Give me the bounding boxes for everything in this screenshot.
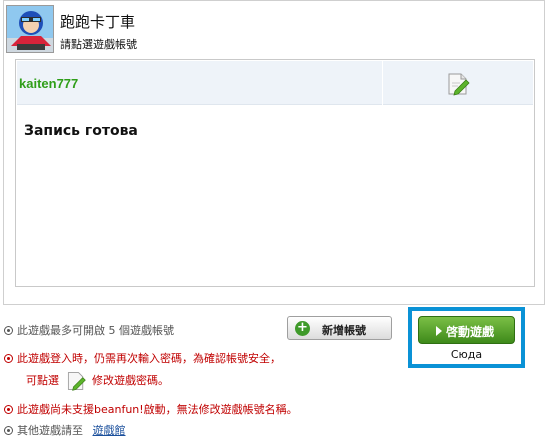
account-name[interactable]: kaiten777 [19, 76, 78, 91]
info-other-games: 其他遊戲請至 遊戲館 [4, 422, 126, 438]
page-subtitle: 請點選遊戲帳號 [60, 38, 137, 51]
bullet-icon [4, 405, 13, 414]
info-beanfun-warning: 此遊戲尚未支援beanfun!啟動，無法修改遊戲帳號名稱。 [4, 401, 298, 417]
account-status: Запись готова [24, 123, 138, 139]
bullet-icon [4, 354, 13, 363]
launch-caption: Сюда [450, 348, 483, 361]
account-list: kaiten777 Запись готова [15, 59, 535, 287]
game-icon [6, 5, 54, 53]
account-row[interactable]: kaiten777 [17, 61, 533, 105]
game-title: 跑跑卡丁車 [60, 13, 136, 31]
edit-pencil-icon [448, 73, 470, 96]
bullet-icon [4, 426, 13, 435]
info-password-warning: 此遊戲登入時，仍需再次輸入密碼，為確認帳號安全， [4, 350, 281, 366]
info-max-accounts: 此遊戲最多可開啟 5 個遊戲帳號 [4, 322, 174, 338]
game-hall-link[interactable]: 遊戲館 [93, 424, 126, 437]
add-account-label: 新增帳號 [322, 324, 366, 337]
launch-game-button[interactable]: 啓動遊戲 [418, 316, 515, 344]
edit-account-button[interactable] [445, 71, 471, 97]
play-icon [436, 326, 442, 336]
header: 跑跑卡丁車 請點選遊戲帳號 [4, 1, 544, 59]
launch-game-label: 啓動遊戲 [446, 325, 495, 339]
plus-icon: + [295, 321, 310, 336]
account-select-frame: 跑跑卡丁車 請點選遊戲帳號 kaiten777 Запись готова [3, 0, 545, 305]
launch-highlight: 啓動遊戲 Сюда [408, 307, 525, 368]
info-password-hint: 可點選 修改遊戲密碼。 [26, 370, 169, 392]
add-account-button[interactable]: + 新增帳號 [287, 316, 392, 340]
bullet-icon [4, 326, 13, 335]
row-divider [382, 61, 383, 105]
edit-pencil-icon [65, 370, 87, 392]
